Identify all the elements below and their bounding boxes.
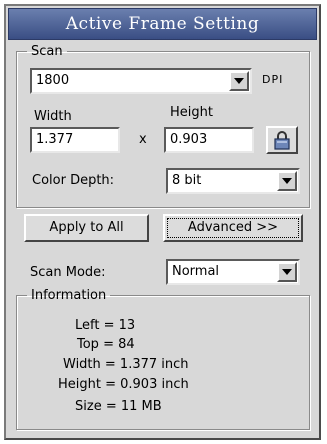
aspect-lock-button[interactable] [266,126,298,154]
width-label: Width [34,109,72,124]
color-depth-dropdown[interactable]: 8 bit [166,168,300,194]
scan-mode-dropdown[interactable]: Normal [166,259,300,285]
chevron-down-icon[interactable] [229,71,249,91]
width-input-value: 1.377 [36,132,74,147]
resolution-value: 1800 [36,73,70,88]
apply-to-all-button[interactable]: Apply to All [24,214,149,242]
info-size: Size = 11 MB [75,399,162,414]
info-left: Left = 13 [75,318,136,333]
chevron-down-icon[interactable] [277,262,297,282]
scan-group-legend: Scan [31,44,63,59]
height-label: Height [170,105,213,120]
active-frame-setting-panel: Active Frame Setting Scan 1800 DPI Width… [4,4,321,440]
scan-mode-label: Scan Mode: [30,265,106,280]
color-depth-label: Color Depth: [32,173,115,188]
info-top: Top = 84 [77,337,135,352]
info-width: Width = 1.377 inch [63,357,189,372]
resolution-dropdown[interactable]: 1800 [30,68,252,94]
chevron-down-icon[interactable] [277,171,297,191]
advanced-button[interactable]: Advanced >> [163,214,303,242]
color-depth-value: 8 bit [172,173,202,188]
panel-title: Active Frame Setting [8,8,317,40]
scan-mode-value: Normal [172,264,220,279]
information-group-legend: Information [31,288,107,303]
padlock-icon [274,131,290,150]
times-symbol: x [139,132,147,147]
height-input-value: 0.903 [170,132,208,147]
resolution-unit: DPI [262,73,284,86]
height-input[interactable]: 0.903 [164,127,254,153]
width-input[interactable]: 1.377 [30,127,120,153]
info-height: Height = 0.903 inch [58,377,189,392]
